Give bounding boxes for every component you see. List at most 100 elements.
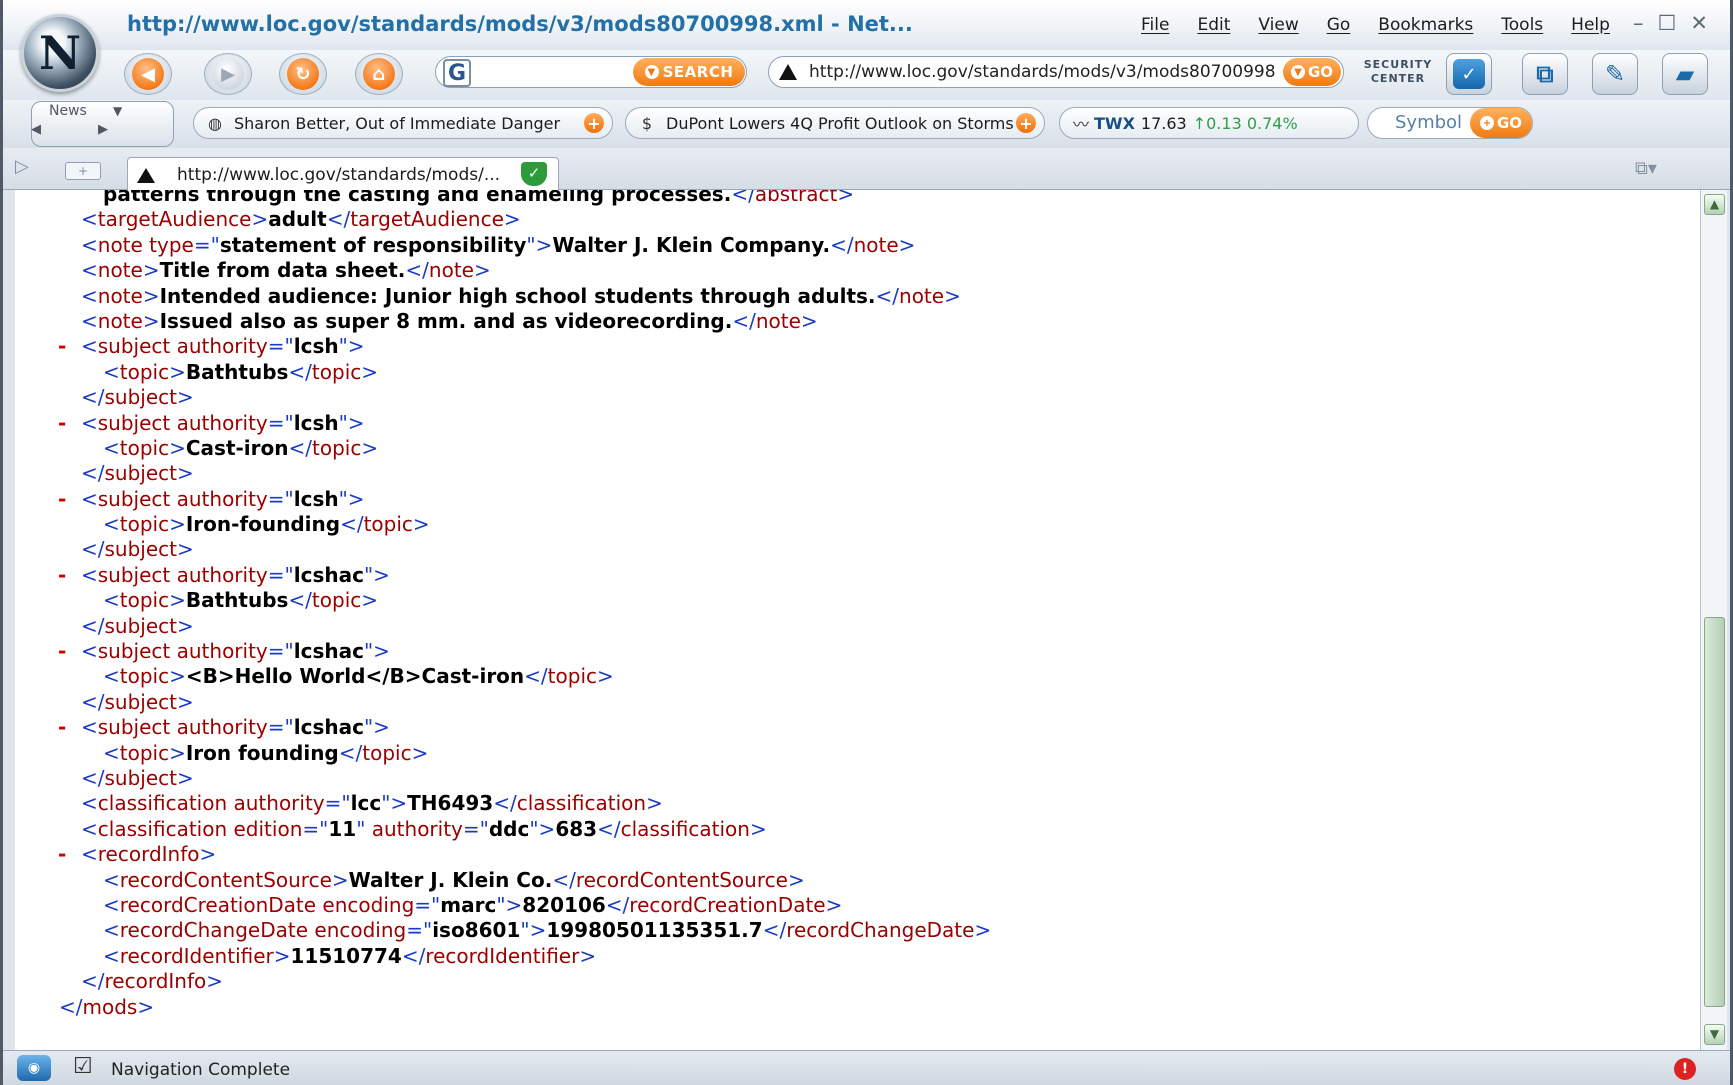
new-tab-button[interactable]: + bbox=[65, 162, 101, 180]
site-navigation-icon[interactable]: ◉ bbox=[17, 1055, 51, 1081]
collapse-toggle[interactable]: - bbox=[58, 411, 66, 436]
headline-2[interactable]: $ DuPont Lowers 4Q Profit Outlook on Sto… bbox=[625, 107, 1045, 139]
add-icon[interactable]: + bbox=[584, 113, 604, 133]
change-date-encoding: iso8601 bbox=[432, 918, 521, 943]
popup-blocker-button[interactable]: ⧉ bbox=[1522, 53, 1568, 95]
scroll-down-button[interactable]: ▼ bbox=[1704, 1024, 1725, 1045]
vertical-scrollbar[interactable]: ▲ ▼ bbox=[1700, 190, 1727, 1050]
collapse-toggle[interactable]: - bbox=[58, 563, 66, 588]
abstract-text: patterns through the casting and enameli… bbox=[103, 190, 732, 206]
xml-line: <topic>Bathtubs</topic> bbox=[103, 359, 379, 384]
subject-authority: lcsh bbox=[293, 334, 339, 359]
go-button[interactable]: ▼ GO bbox=[1283, 58, 1341, 86]
chart-icon: 〰 bbox=[1072, 115, 1089, 134]
add-icon[interactable]: + bbox=[1016, 113, 1036, 133]
collapse-toggle[interactable]: - bbox=[58, 639, 66, 664]
home-button[interactable]: ⌂ bbox=[355, 53, 403, 95]
ticker-symbol: TWX bbox=[1094, 113, 1135, 133]
xml-tree: patterns through the casting and enameli… bbox=[15, 190, 1675, 1020]
browser-window: http://www.loc.gov/standards/mods/v3/mod… bbox=[0, 0, 1733, 1085]
menu-help[interactable]: Help bbox=[1571, 15, 1610, 35]
stock-ticker[interactable]: 〰 TWX 17.63 ↑0.13 0.74% bbox=[1059, 107, 1359, 139]
site-identity-icon bbox=[779, 64, 797, 80]
headline-1[interactable]: ◍ Sharon Better, Out of Immediate Danger… bbox=[193, 107, 613, 139]
menu-go[interactable]: Go bbox=[1327, 15, 1351, 35]
form-fill-button[interactable]: ✎ bbox=[1592, 53, 1638, 95]
xml-line: <topic>Iron-founding</topic> bbox=[103, 512, 430, 537]
classification-authority: lcc bbox=[350, 791, 382, 816]
tab-label[interactable]: http://www.loc.gov/standards/mods/... bbox=[177, 165, 500, 185]
xml-line: <topic>Iron founding</topic> bbox=[103, 740, 429, 765]
money-icon: $ bbox=[641, 113, 653, 133]
tab-strip: ▷ + http://www.loc.gov/standards/mods/..… bbox=[3, 148, 1730, 190]
collapse-toggle[interactable]: - bbox=[58, 487, 66, 512]
tab-list-icon[interactable]: ⧉▾ bbox=[1635, 158, 1657, 179]
forward-arrow-icon: ▶ bbox=[212, 58, 244, 90]
collapse-toggle[interactable]: - bbox=[58, 842, 66, 867]
pen-icon: ✎ bbox=[1604, 60, 1626, 88]
xml-line: - <subject authority="lcsh"> bbox=[58, 486, 365, 512]
search-button-label: SEARCH bbox=[662, 63, 734, 81]
forward-button[interactable]: ▶ bbox=[204, 53, 252, 95]
menu-file[interactable]: File bbox=[1141, 15, 1169, 35]
minimize-button[interactable]: – bbox=[1633, 11, 1644, 35]
go-button-label: GO bbox=[1307, 63, 1334, 81]
security-center-label: SECURITY CENTER bbox=[1363, 58, 1433, 85]
clear-data-button[interactable]: ▰ bbox=[1662, 53, 1708, 95]
xml-line: patterns through the casting and enameli… bbox=[15, 190, 1675, 207]
alert-icon[interactable]: ! bbox=[1674, 1058, 1696, 1080]
sidebar-toggle-icon[interactable]: ▷ bbox=[15, 156, 29, 177]
netscape-logo[interactable]: N bbox=[21, 14, 99, 92]
search-button[interactable]: ▼ SEARCH bbox=[633, 58, 745, 86]
collapse-toggle[interactable]: - bbox=[58, 715, 66, 740]
note-text: Issued also as super 8 mm. and as videor… bbox=[159, 308, 733, 333]
navigation-toolbar: ◀ ▶ ↻ ⌂ G ▼ SEARCH http://www.loc.gov/sta… bbox=[3, 50, 1730, 100]
xml-line: <note type="statement of responsibility"… bbox=[81, 232, 916, 257]
close-button[interactable]: ✕ bbox=[1690, 11, 1708, 35]
news-prev-icon[interactable]: ◀ bbox=[31, 122, 41, 137]
security-shield-button[interactable]: ✓ bbox=[1446, 53, 1492, 95]
xml-line: <recordIdentifier>11510774</recordIdenti… bbox=[103, 943, 597, 968]
dropdown-arrow-icon: ▼ bbox=[1290, 65, 1305, 79]
symbol-go-button[interactable]: + GO bbox=[1470, 108, 1532, 138]
search-engine-icon[interactable]: G bbox=[443, 59, 471, 87]
chevron-down-icon[interactable]: ▼ bbox=[113, 104, 122, 118]
note-text: Walter J. Klein Company. bbox=[552, 232, 831, 257]
xml-line: <topic>Cast-iron</topic> bbox=[103, 435, 379, 460]
personal-toolbar: News ▼ ◀ ▶ ◍ Sharon Better, Out of Immed… bbox=[3, 100, 1730, 148]
news-next-icon[interactable]: ▶ bbox=[98, 122, 108, 137]
menu-view[interactable]: View bbox=[1258, 15, 1298, 35]
xml-line: <topic>Bathtubs</topic> bbox=[103, 588, 379, 613]
xml-line: </subject> bbox=[81, 537, 194, 562]
topic-value: Iron-founding bbox=[185, 512, 341, 537]
reload-button[interactable]: ↻ bbox=[279, 53, 327, 95]
news-label: News bbox=[49, 103, 87, 119]
note-text: Title from data sheet. bbox=[159, 258, 406, 283]
symbol-label: Symbol bbox=[1395, 112, 1463, 133]
subject-authority: lcsh bbox=[293, 486, 339, 511]
creation-date-encoding: marc bbox=[440, 892, 497, 917]
back-arrow-icon: ◀ bbox=[132, 58, 164, 90]
collapse-toggle[interactable]: - bbox=[58, 334, 66, 359]
ticker-price: 17.63 bbox=[1140, 113, 1187, 133]
checkmark-icon: ☑ bbox=[73, 1054, 93, 1079]
xml-line: <classification edition="11" authority="… bbox=[81, 816, 767, 841]
record-change-date: 19980501135351.7 bbox=[546, 918, 763, 943]
trusted-site-shield-icon[interactable]: ✓ bbox=[521, 162, 547, 186]
status-bar: ◉ ☑ Navigation Complete ! bbox=[3, 1050, 1730, 1085]
menu-bookmarks[interactable]: Bookmarks bbox=[1378, 15, 1473, 35]
scroll-up-button[interactable]: ▲ bbox=[1704, 194, 1725, 215]
window-controls: – ☐ ✕ bbox=[1633, 11, 1708, 35]
menu-bar: File Edit View Go Bookmarks Tools Help bbox=[1141, 15, 1610, 35]
subject-authority: lcshac bbox=[293, 639, 364, 664]
xml-line: - <subject authority="lcsh"> bbox=[58, 410, 365, 436]
xml-line: </recordInfo> bbox=[81, 969, 224, 994]
menu-tools[interactable]: Tools bbox=[1501, 15, 1543, 35]
xml-line: </subject> bbox=[81, 765, 194, 790]
back-button[interactable]: ◀ bbox=[124, 53, 172, 95]
scroll-thumb[interactable] bbox=[1704, 617, 1725, 1007]
xml-line: </mods> bbox=[59, 994, 155, 1019]
menu-edit[interactable]: Edit bbox=[1197, 15, 1230, 35]
url-text[interactable]: http://www.loc.gov/standards/mods/v3/mod… bbox=[809, 62, 1279, 82]
maximize-button[interactable]: ☐ bbox=[1658, 11, 1677, 35]
